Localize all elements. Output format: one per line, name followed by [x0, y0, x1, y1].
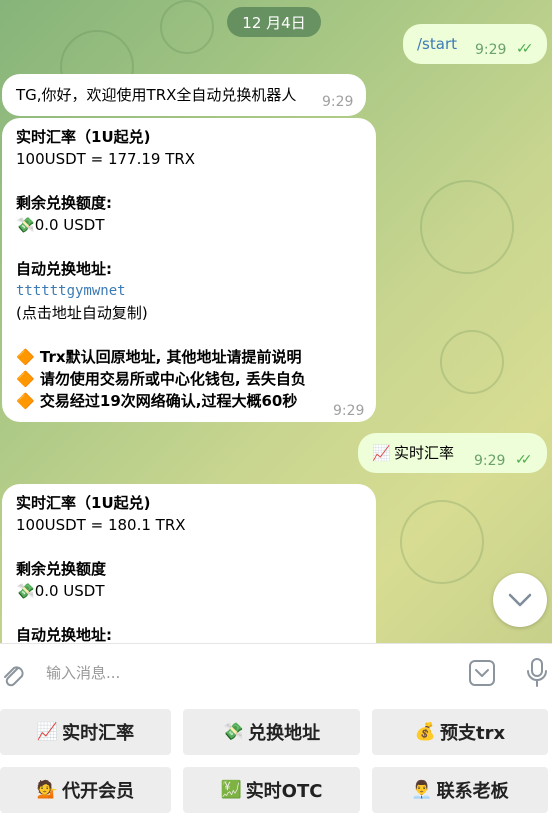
message-incoming-rate[interactable]: 实时汇率（1U起兑) 100USDT = 180.1 TRX 剩余兑换额度 💸0… [2, 484, 376, 643]
button-label: 联系老板 [436, 781, 509, 802]
money-wings-icon: 💸 [222, 722, 245, 742]
button-label: 兑换地址 [248, 723, 321, 744]
chart-yen-icon: 💹 [220, 780, 242, 800]
background-doodle [420, 180, 514, 274]
rate-title: 实时汇率（1U起兑) [16, 128, 151, 146]
message-time: 9:29 [333, 403, 365, 419]
money-wings-icon: 💸 [16, 216, 35, 234]
button-label: 预支trx [440, 723, 506, 744]
button-label: 实时汇率 [62, 723, 135, 744]
microphone-icon[interactable] [526, 657, 548, 689]
message-time: 9:29 [474, 453, 506, 469]
remaining-value: 0.0 USDT [34, 216, 105, 234]
read-checkmarks-icon: ✓✓ [516, 41, 534, 57]
address-label: 自动兑换地址: [16, 626, 112, 643]
office-worker-icon: 👨‍💼 [411, 780, 433, 800]
chart-increasing-icon: 📈 [372, 444, 391, 462]
orange-diamond-icon: 🔶 [16, 370, 35, 388]
message-input-bar: 输入消息... [0, 643, 552, 702]
background-doodle [400, 500, 484, 584]
button-label: 代开会员 [62, 781, 135, 802]
chart-increasing-icon: 📈 [36, 722, 59, 742]
chevron-down-icon [508, 593, 532, 607]
date-chip: 12 月4日 [227, 7, 321, 37]
remaining-label: 剩余兑换额度 [16, 560, 107, 578]
copy-hint: (点击地址自动复制) [16, 304, 148, 322]
message-outgoing-start[interactable]: /start 9:29 ✓✓ [403, 24, 547, 64]
message-time: 9:29 [475, 42, 507, 58]
message-time: 9:29 [322, 94, 354, 110]
bot-keyboard: 📈 实时汇率 💸 兑换地址 💰 预支trx 💁 代开会员 💹 实时OTC 👨‍💼… [0, 701, 552, 815]
paperclip-icon[interactable] [0, 660, 26, 688]
read-checkmarks-icon: ✓✓ [515, 452, 533, 468]
address-label: 自动兑换地址: [16, 260, 112, 278]
rate-title: 实时汇率（1U起兑) [16, 494, 151, 512]
chat-area[interactable]: 12 月4日 /start 9:29 ✓✓ TG,你好，欢迎使用TRX全自动兑换… [0, 0, 552, 643]
rate-value: 100USDT = 180.1 TRX [16, 516, 186, 534]
scroll-down-button[interactable] [493, 573, 547, 627]
orange-diamond-icon: 🔶 [16, 348, 35, 366]
remaining-label: 剩余兑换额度: [16, 194, 112, 212]
money-wings-icon: 💸 [16, 582, 35, 600]
keyboard-button-advance-trx[interactable]: 💰 预支trx [372, 709, 548, 755]
message-input[interactable]: 输入消息... [46, 662, 120, 683]
keyboard-toggle-icon[interactable] [468, 659, 496, 687]
message-outgoing-rate[interactable]: 📈 实时汇率 9:29 ✓✓ [358, 433, 547, 473]
keyboard-button-open-membership[interactable]: 💁 代开会员 [0, 767, 171, 813]
background-doodle [440, 330, 504, 394]
keyboard-button-realtime-otc[interactable]: 💹 实时OTC [183, 767, 360, 813]
keyboard-button-contact-boss[interactable]: 👨‍💼 联系老板 [372, 767, 548, 813]
money-bag-icon: 💰 [414, 722, 437, 742]
note-text: 请勿使用交易所或中心化钱包, 丢失自负 [39, 370, 306, 388]
note-text: 交易经过19次网络确认,过程大概60秒 [39, 392, 298, 410]
message-incoming-welcome[interactable]: TG,你好，欢迎使用TRX全自动兑换机器人 9:29 [2, 74, 366, 116]
button-label: 实时OTC [245, 781, 323, 802]
message-text: 实时汇率 [394, 444, 455, 462]
message-text: TG,你好，欢迎使用TRX全自动兑换机器人 [16, 86, 297, 104]
exchange-address[interactable]: ttttttgymwnet [16, 280, 362, 302]
rate-value: 100USDT = 177.19 TRX [16, 150, 196, 168]
command-text[interactable]: /start [417, 33, 457, 55]
remaining-value: 0.0 USDT [34, 582, 105, 600]
background-doodle [160, 0, 214, 54]
note-text: Trx默认回原地址, 其他地址请提前说明 [39, 348, 302, 366]
orange-diamond-icon: 🔶 [16, 392, 35, 410]
keyboard-button-exchange-address[interactable]: 💸 兑换地址 [183, 709, 360, 755]
person-tipping-hand-icon: 💁 [36, 780, 59, 800]
message-incoming-rate[interactable]: 实时汇率（1U起兑) 100USDT = 177.19 TRX 剩余兑换额度: … [2, 118, 376, 422]
keyboard-button-realtime-rate[interactable]: 📈 实时汇率 [0, 709, 171, 755]
